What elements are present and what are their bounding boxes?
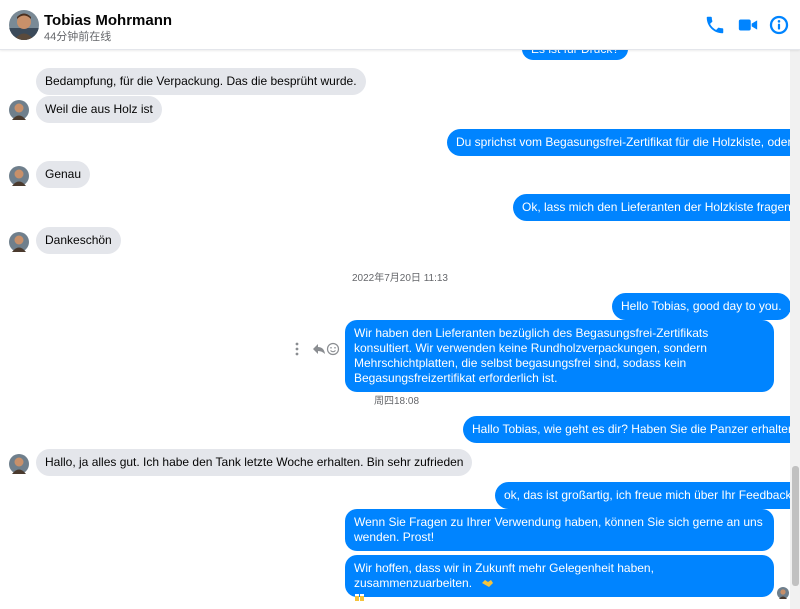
info-icon[interactable]: [768, 14, 790, 36]
scrollbar-thumb[interactable]: [792, 466, 799, 586]
sender-avatar: [9, 232, 29, 252]
incoming-message: Hallo, ja alles gut. Ich habe den Tank l…: [36, 449, 473, 476]
video-camera-icon[interactable]: [737, 14, 759, 36]
handshake-emoji-icon: [482, 580, 494, 587]
outgoing-message: Wir hoffen, dass wir in Zukunft mehr Gel…: [345, 555, 774, 601]
more-options-icon: [295, 342, 299, 356]
chat-header: Tobias Mohrmann 44分钟前在线: [0, 0, 800, 50]
outgoing-message: Hallo Tobias, wie geht es dir? Haben Sie…: [463, 416, 790, 443]
incoming-message: Dankeschön: [36, 227, 121, 254]
message-text: Wir hoffen, dass wir in Zukunft mehr Gel…: [354, 561, 654, 590]
timestamp: 周四18:08: [374, 396, 420, 407]
outgoing-message: Wir haben den Lieferanten bezüglich des …: [345, 320, 774, 392]
incoming-message: Bedampfung, für die Verpackung. Das die …: [36, 68, 366, 95]
outgoing-message: Wenn Sie Fragen zu Ihrer Verwendung habe…: [345, 509, 774, 551]
contact-status: 44分钟前在线: [44, 31, 112, 43]
cheers-emoji-icon: [355, 594, 364, 601]
sender-avatar: [9, 100, 29, 120]
outgoing-message: ok, das ist großartig, ich freue mich üb…: [495, 482, 790, 509]
outgoing-message: Hello Tobias, good day to you.: [612, 293, 790, 320]
incoming-message: Genau: [36, 161, 91, 188]
outgoing-message: Ok, lass mich den Lieferanten der Holzki…: [513, 194, 790, 221]
outgoing-message: Es ist für Druck?: [522, 50, 629, 60]
phone-icon[interactable]: [704, 14, 726, 36]
message-actions: [295, 342, 340, 356]
sender-avatar: [9, 166, 29, 186]
reaction-icon: [326, 342, 340, 356]
message-thread[interactable]: Es ist für Druck? Bedampfung, für die Ve…: [0, 50, 790, 609]
contact-avatar[interactable]: [9, 10, 39, 40]
incoming-message: Weil die aus Holz ist: [36, 96, 162, 123]
seen-avatar: [777, 587, 789, 599]
reply-icon: [313, 344, 325, 354]
outgoing-message: Du sprichst vom Begasungsfrei-Zertifikat…: [447, 129, 790, 156]
sender-avatar: [9, 454, 29, 474]
contact-name[interactable]: Tobias Mohrmann: [44, 12, 172, 29]
timestamp: 2022年7月20日 11:13: [352, 273, 448, 284]
